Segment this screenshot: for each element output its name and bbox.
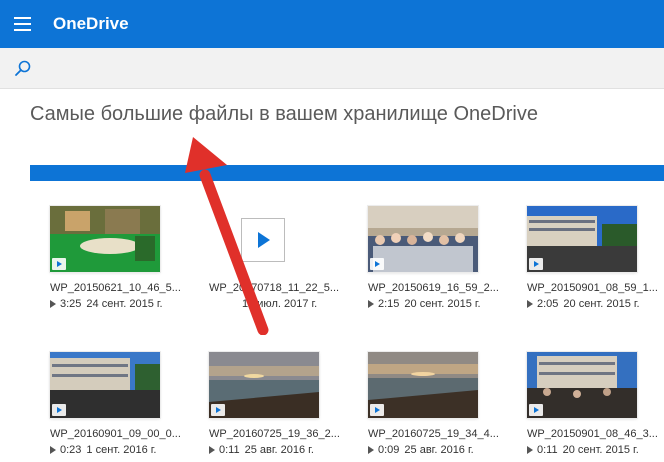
video-thumbnail[interactable] <box>527 206 637 272</box>
play-icon <box>52 258 66 270</box>
file-meta: 0:23 1 сент. 2016 г. <box>50 444 198 456</box>
video-thumbnail[interactable] <box>50 352 160 418</box>
file-name[interactable]: WP_20160901_09_00_0... <box>50 428 198 440</box>
video-duration: 2:15 <box>378 298 400 310</box>
play-icon <box>529 258 543 270</box>
file-date: 25 авг. 2016 г. <box>404 444 474 456</box>
app-title[interactable]: OneDrive <box>53 14 129 34</box>
file-date: 18 июл. 2017 г. <box>242 298 318 310</box>
file-meta: 0:11 25 авг. 2016 г. <box>209 444 357 456</box>
file-name[interactable]: WP_20170718_11_22_5... <box>209 282 357 294</box>
file-tile[interactable]: WP_20170718_11_22_5... 18 июл. 2017 г. <box>209 206 359 316</box>
file-meta: 2:15 20 сент. 2015 г. <box>368 298 516 310</box>
file-name[interactable]: WP_20150901_08_59_1... <box>527 282 664 294</box>
play-icon <box>211 404 225 416</box>
storage-usage-bar <box>30 165 664 181</box>
search-icon[interactable] <box>13 59 33 79</box>
page-title: Самые большие файлы в вашем хранилище On… <box>30 103 538 125</box>
file-meta: 18 июл. 2017 г. <box>209 298 357 310</box>
file-meta: 3:25 24 сент. 2015 г. <box>50 298 198 310</box>
file-name[interactable]: WP_20160725_19_36_2... <box>209 428 357 440</box>
file-name[interactable]: WP_20160725_19_34_4... <box>368 428 516 440</box>
video-thumbnail[interactable] <box>50 206 160 272</box>
file-date: 1 сент. 2016 г. <box>86 444 157 456</box>
play-icon <box>368 446 374 454</box>
file-date: 25 авг. 2016 г. <box>244 444 314 456</box>
app-header: OneDrive <box>0 0 664 48</box>
file-tile[interactable]: WP_20150901_08_59_1... 2:05 20 сент. 2015… <box>527 206 664 316</box>
play-icon <box>370 404 384 416</box>
play-icon <box>209 446 215 454</box>
file-tile[interactable]: WP_20160725_19_34_4... 0:09 25 авг. 2016 … <box>368 352 518 462</box>
video-duration: 0:09 <box>378 444 400 456</box>
video-placeholder-icon <box>241 218 285 262</box>
file-name[interactable]: WP_20150901_08_46_3... <box>527 428 664 440</box>
file-tile[interactable]: WP_20160901_09_00_0... 0:23 1 сент. 2016 … <box>50 352 200 462</box>
video-thumbnail[interactable] <box>368 352 478 418</box>
play-icon <box>368 300 374 308</box>
play-icon <box>50 300 56 308</box>
file-tile[interactable]: WP_20160725_19_36_2... 0:11 25 авг. 2016 … <box>209 352 359 462</box>
play-icon <box>52 404 66 416</box>
hamburger-menu-icon[interactable] <box>14 17 31 31</box>
file-tile[interactable]: WP_20150621_10_46_5... 3:25 24 сент. 2015… <box>50 206 200 316</box>
play-icon <box>527 300 533 308</box>
file-date: 24 сент. 2015 г. <box>86 298 163 310</box>
video-thumbnail[interactable] <box>368 206 478 272</box>
video-thumbnail[interactable] <box>209 206 319 272</box>
play-icon <box>527 446 533 454</box>
video-duration: 2:05 <box>537 298 559 310</box>
video-thumbnail[interactable] <box>527 352 637 418</box>
video-thumbnail[interactable] <box>209 352 319 418</box>
file-date: 20 сент. 2015 г. <box>562 444 639 456</box>
file-date: 20 сент. 2015 г. <box>404 298 481 310</box>
file-meta: 2:05 20 сент. 2015 г. <box>527 298 664 310</box>
file-tile[interactable]: WP_20150901_08_46_3... 0:11 20 сент. 2015… <box>527 352 664 462</box>
video-duration: 0:11 <box>537 444 558 456</box>
file-meta: 0:11 20 сент. 2015 г. <box>527 444 664 456</box>
play-icon <box>370 258 384 270</box>
video-duration: 3:25 <box>60 298 82 310</box>
file-meta: 0:09 25 авг. 2016 г. <box>368 444 516 456</box>
search-bar <box>0 48 664 89</box>
file-name[interactable]: WP_20150619_16_59_2... <box>368 282 516 294</box>
video-duration: 0:11 <box>219 444 240 456</box>
file-date: 20 сент. 2015 г. <box>563 298 640 310</box>
play-icon <box>529 404 543 416</box>
file-tile[interactable]: WP_20150619_16_59_2... 2:15 20 сент. 2015… <box>368 206 518 316</box>
play-icon <box>50 446 56 454</box>
file-name[interactable]: WP_20150621_10_46_5... <box>50 282 198 294</box>
video-duration: 0:23 <box>60 444 82 456</box>
